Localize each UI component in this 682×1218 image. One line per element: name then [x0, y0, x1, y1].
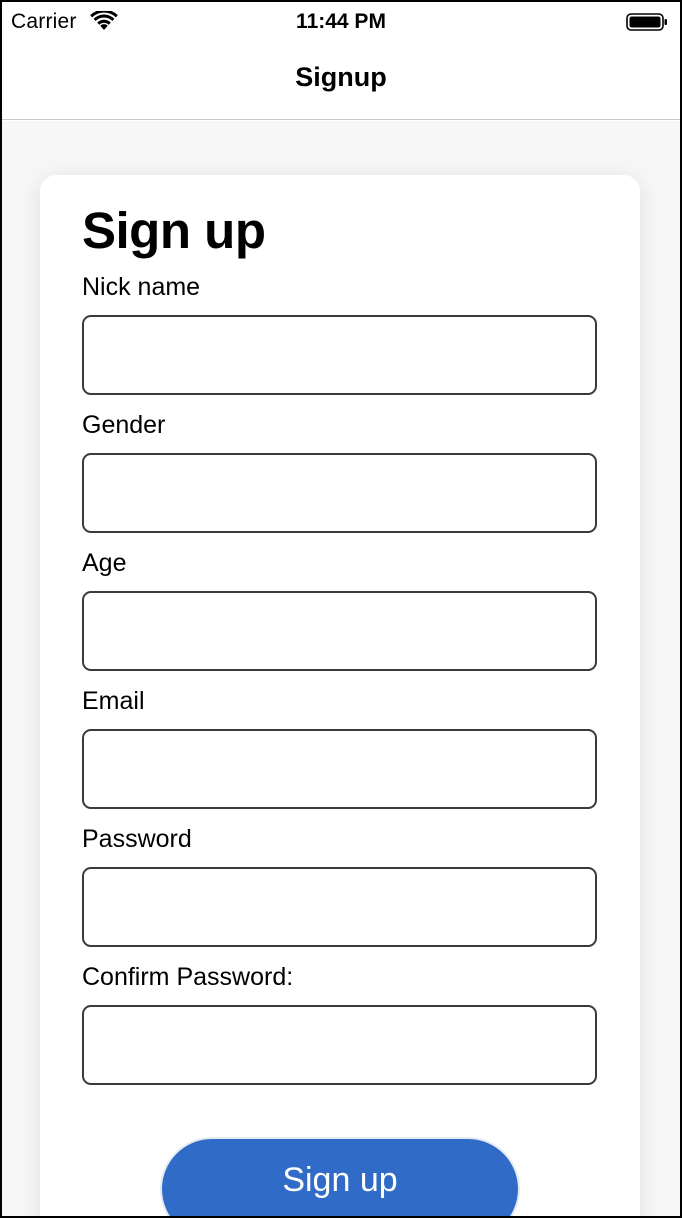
confirm-password-input[interactable]	[82, 1005, 597, 1085]
app-screen: Carrier 11:44 PM Signup Sign up Nick nam…	[0, 0, 682, 1218]
signup-card: Sign up Nick name Gender Age Email Passw…	[40, 175, 640, 1216]
battery-icon	[626, 13, 667, 31]
gender-label: Gender	[82, 411, 166, 439]
gender-input[interactable]	[82, 453, 597, 533]
form-title: Sign up	[82, 202, 266, 259]
password-label: Password	[82, 825, 192, 853]
email-label: Email	[82, 687, 145, 715]
age-label: Age	[82, 549, 127, 577]
confirm-password-label: Confirm Password:	[82, 963, 294, 991]
status-time: 11:44 PM	[296, 10, 386, 33]
age-input[interactable]	[82, 591, 597, 671]
content-area: Sign up Nick name Gender Age Email Passw…	[2, 121, 680, 1216]
password-input[interactable]	[82, 867, 597, 947]
email-input[interactable]	[82, 729, 597, 809]
status-bar: Carrier 11:44 PM	[2, 2, 680, 42]
nick-name-label: Nick name	[82, 273, 201, 301]
nick-name-input[interactable]	[82, 315, 597, 395]
navigation-bar: Signup	[2, 42, 680, 120]
sign-up-button[interactable]: Sign up	[160, 1137, 520, 1216]
nav-title: Signup	[295, 62, 387, 92]
